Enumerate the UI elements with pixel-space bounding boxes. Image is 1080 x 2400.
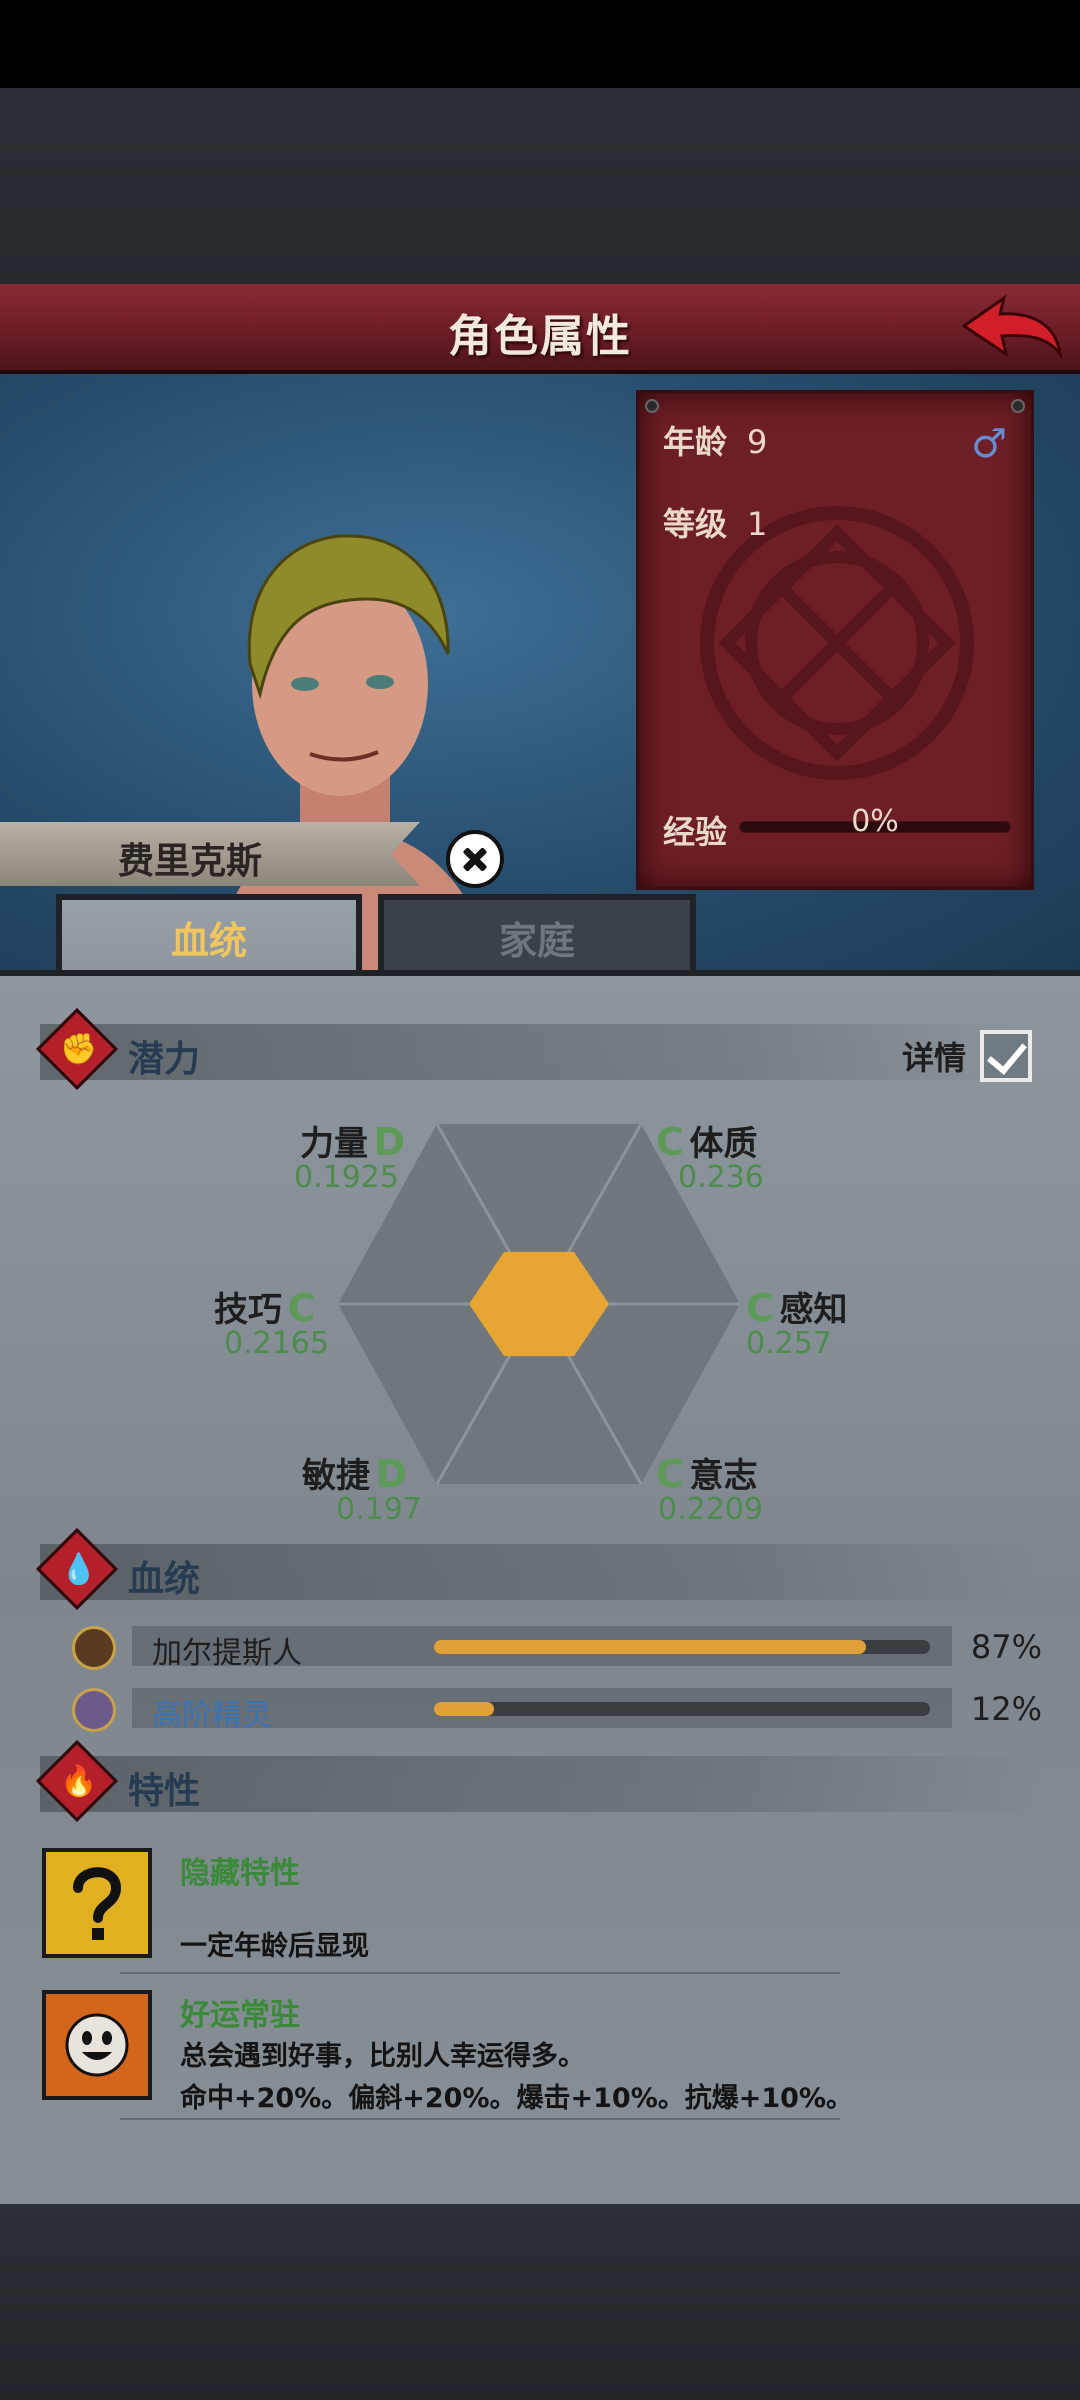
level-row: 等级 1 xyxy=(663,499,767,545)
stat-value: 0.2209 xyxy=(658,1492,763,1527)
stat-value: 0.197 xyxy=(336,1492,422,1527)
age-row: 年龄 9 xyxy=(663,417,767,463)
divider xyxy=(120,1972,840,1974)
stat-value: 0.1925 xyxy=(294,1160,399,1195)
blood-drop-icon: 💧 xyxy=(60,1552,98,1587)
trait-desc: 一定年龄后显现 xyxy=(180,1931,369,1962)
stat-skill: 技巧 C 0.2165 xyxy=(214,1282,329,1361)
stat-grade: C xyxy=(746,1286,774,1330)
xp-label: 经验 xyxy=(663,813,728,851)
age-value: 9 xyxy=(747,423,768,461)
tab-bloodline[interactable]: 血统 xyxy=(56,894,362,980)
bloodline-name: 加尔提斯人 xyxy=(152,1636,302,1671)
tab-strip: 血统 家庭 xyxy=(0,888,1080,980)
section-title: 血统 xyxy=(128,1559,201,1600)
stat-name: 感知 xyxy=(779,1290,848,1330)
stat-grade: C xyxy=(656,1120,684,1164)
fist-icon: ✊ xyxy=(60,1032,98,1067)
top-backdrop xyxy=(0,88,1080,284)
section-title: 潜力 xyxy=(128,1039,201,1080)
level-value: 1 xyxy=(747,505,768,543)
stat-name: 力量 xyxy=(300,1124,368,1164)
bloodline-percent: 12% xyxy=(970,1690,1042,1728)
stat-name: 意志 xyxy=(689,1456,758,1496)
stat-value: 0.236 xyxy=(678,1160,764,1195)
bloodline-bar xyxy=(434,1702,930,1716)
xp-bar: 0% xyxy=(739,804,1011,839)
stat-value: 0.257 xyxy=(746,1326,832,1361)
section-bloodline: 💧 血统 xyxy=(35,1527,1040,1611)
tab-family[interactable]: 家庭 xyxy=(378,894,696,980)
trait-name: 好运常驻 xyxy=(180,1998,300,2033)
stat-grade: C xyxy=(287,1286,316,1330)
xp-percent: 0% xyxy=(851,804,899,839)
male-icon: ♂ xyxy=(971,421,1007,467)
stat-constitution: C 体质 0.236 xyxy=(656,1116,764,1195)
close-button[interactable] xyxy=(446,830,504,888)
status-bar xyxy=(0,0,1080,88)
rivet xyxy=(1011,399,1025,413)
rivet xyxy=(645,399,659,413)
stat-name: 敏捷 xyxy=(302,1456,370,1496)
bloodline-name: 高阶精灵 xyxy=(152,1698,272,1733)
bloodline-bar-fill xyxy=(434,1640,866,1654)
trait-effects: 命中+20%。偏斜+20%。爆击+10%。抗爆+10%。 xyxy=(180,2083,853,2114)
stat-grade: D xyxy=(373,1120,406,1164)
detail-label: 详情 xyxy=(901,1039,966,1077)
page-title: 角色属性 xyxy=(448,311,632,362)
bloodline-row: 加尔提斯人 87% xyxy=(72,1626,1042,1671)
trait-item: 好运常驻 总会遇到好事，比别人幸运得多。 命中+20%。偏斜+20%。爆击+10… xyxy=(42,1990,1042,2114)
character-name: 费里克斯 xyxy=(118,841,263,882)
stat-strength: 力量 D 0.1925 xyxy=(294,1116,406,1195)
trait-desc: 总会遇到好事，比别人幸运得多。 xyxy=(180,2041,585,2072)
stat-agility: 敏捷 D 0.197 xyxy=(302,1448,422,1527)
bloodline-percent: 87% xyxy=(970,1628,1042,1666)
back-arrow-icon xyxy=(961,294,1063,360)
stat-grade: D xyxy=(375,1452,408,1496)
detail-checkbox[interactable] xyxy=(980,1030,1032,1082)
divider xyxy=(120,2118,840,2120)
trait-name: 隐藏特性 xyxy=(180,1856,300,1891)
name-plate: 费里克斯 xyxy=(0,822,420,886)
info-panel: 年龄 9 ♂ 等级 1 经验 0% xyxy=(636,390,1034,890)
question-mark-icon xyxy=(42,1848,152,1958)
level-label: 等级 xyxy=(663,505,728,543)
stat-name: 技巧 xyxy=(214,1290,282,1330)
section-traits: 🔥 特性 xyxy=(35,1739,1040,1823)
bull-crest-icon xyxy=(72,1626,116,1670)
stat-value: 0.2165 xyxy=(224,1326,329,1361)
stat-name: 体质 xyxy=(689,1124,758,1164)
bloodline-row: 高阶精灵 12% xyxy=(72,1688,1042,1733)
section-title: 特性 xyxy=(128,1771,201,1812)
detail-toggle[interactable]: 详情 xyxy=(902,1030,1032,1082)
bottom-backdrop xyxy=(0,2204,1080,2400)
flame-icon: 🔥 xyxy=(60,1764,98,1799)
age-label: 年龄 xyxy=(663,423,728,461)
stat-grade: C xyxy=(656,1452,684,1496)
trait-item: 隐藏特性 一定年龄后显现 xyxy=(42,1848,1042,1962)
back-button[interactable] xyxy=(956,294,1066,366)
smiley-sun-icon xyxy=(42,1990,152,2100)
title-bar: 角色属性 xyxy=(0,284,1080,374)
stat-perception: C 感知 0.257 xyxy=(746,1282,848,1361)
stat-will: C 意志 0.2209 xyxy=(656,1448,763,1527)
bloodline-bar-fill xyxy=(434,1702,494,1716)
bloodline-bar xyxy=(434,1640,930,1654)
elf-crest-icon xyxy=(72,1688,116,1732)
section-potential: ✊ 潜力 xyxy=(35,1007,1040,1091)
